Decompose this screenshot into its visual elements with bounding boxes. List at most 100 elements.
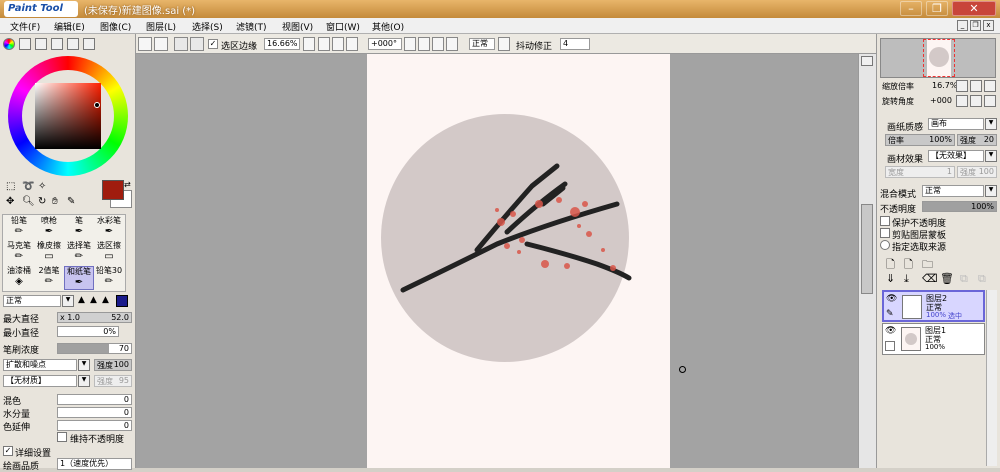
copy-layer-icon[interactable]: ⧉	[960, 272, 968, 286]
water-slider[interactable]: 0	[57, 407, 132, 418]
rgb-slider-tab-icon[interactable]	[19, 38, 31, 50]
keep-opacity-checkbox[interactable]	[57, 432, 67, 442]
canvas-area[interactable]	[136, 54, 858, 468]
tool-watercolor[interactable]: 水彩笔 ✒	[94, 216, 124, 240]
texture-strength-slider[interactable]: 强度 95	[94, 375, 132, 387]
paper-scale-slider[interactable]: 倍率 100%	[885, 134, 955, 146]
eye-icon[interactable]: 👁︎	[886, 294, 897, 304]
clear-layer-icon[interactable]: ⌫	[922, 272, 938, 285]
persist-slider[interactable]: 0	[57, 420, 132, 431]
menu-filter[interactable]: 滤镜(T)	[236, 20, 267, 33]
rotate-left-icon[interactable]	[418, 37, 430, 51]
quality-select[interactable]: 1（速度优先）	[57, 458, 132, 470]
brush-shape-select[interactable]: 扩散和噪点	[3, 359, 77, 371]
invert-select-icon[interactable]	[190, 37, 204, 51]
hsv-slider-tab-icon[interactable]	[35, 38, 47, 50]
swap-colors-icon[interactable]: ⇄	[124, 180, 131, 189]
hand-icon[interactable]: ✋︎	[52, 196, 64, 208]
effect-scale-slider[interactable]: 宽度 1	[885, 166, 955, 178]
close-button[interactable]: ✕	[952, 1, 996, 16]
move-icon[interactable]: ✥	[6, 196, 18, 208]
tool-marker[interactable]: 马克笔 ✏	[4, 241, 34, 265]
tool-pen[interactable]: 笔 ✒	[64, 216, 94, 240]
minimize-button[interactable]: –	[900, 1, 922, 16]
redo-icon[interactable]	[154, 37, 168, 51]
chevron-down-icon[interactable]: ▼	[62, 295, 74, 307]
tool-pencil30[interactable]: 铅笔30 ✏	[94, 266, 124, 290]
paper-texture-select[interactable]: 画布	[928, 118, 984, 130]
clipping-checkbox[interactable]	[880, 228, 890, 238]
chevron-down-icon[interactable]: ▼	[985, 185, 997, 197]
mdi-minimize-button[interactable]: _	[957, 20, 968, 31]
detail-settings-checkbox[interactable]: ✓	[3, 446, 13, 456]
tool-airbrush[interactable]: 喷枪 ✒	[34, 216, 64, 240]
soft-edge-icon[interactable]: ▲	[78, 295, 85, 305]
eye-icon[interactable]: 👁︎	[885, 326, 896, 336]
rotate-right-icon[interactable]	[432, 37, 444, 51]
maximize-button[interactable]: ❐	[926, 1, 948, 16]
max-size-multiplier[interactable]: x 1.0	[60, 313, 80, 322]
undo-icon[interactable]	[138, 37, 152, 51]
selection-source-radio[interactable]	[880, 240, 890, 250]
brush-lock-icon[interactable]: ✎	[886, 309, 894, 319]
layer-row[interactable]: 👁︎ 图层1 正常 100%	[882, 323, 985, 355]
menu-layer[interactable]: 图层(L)	[146, 20, 176, 33]
zoom-field[interactable]: 16.66%	[264, 38, 300, 50]
medium-edge-icon[interactable]: ▲	[90, 295, 97, 305]
tool-eraser[interactable]: 橡皮擦 ▭	[34, 241, 64, 265]
max-size-slider[interactable]: x 1.0 52.0	[57, 312, 132, 323]
menu-edit[interactable]: 编辑(E)	[54, 20, 85, 33]
zoom-icon[interactable]: 🔍︎	[22, 196, 35, 208]
nav-zoom-in-icon[interactable]	[970, 80, 982, 92]
zoom-dropdown-icon[interactable]	[303, 37, 315, 51]
delete-layer-icon[interactable]: 🗑	[940, 272, 954, 285]
min-size-slider[interactable]: 0%	[57, 326, 119, 337]
saturation-value-square[interactable]	[35, 83, 101, 149]
hue-ring[interactable]	[8, 56, 128, 176]
tool-select-pen[interactable]: 选择笔 ✏	[64, 241, 94, 265]
paper-effect-select[interactable]: 【无效果】	[928, 150, 984, 162]
color-wheel-tab-icon[interactable]	[3, 38, 15, 50]
lasso-icon[interactable]: ➰	[22, 181, 34, 193]
layer-list-scrollbar[interactable]	[986, 290, 997, 466]
layer-lock-box[interactable]	[885, 341, 895, 351]
color-picker-handle[interactable]	[94, 102, 100, 108]
rotate-icon[interactable]: ↻	[38, 196, 50, 208]
nav-rotate-reset-icon[interactable]	[984, 95, 996, 107]
tool-bucket[interactable]: 油漆桶 ◈	[4, 266, 34, 290]
layer-blend-select[interactable]: 正常	[922, 185, 984, 197]
zoom-in-icon[interactable]	[332, 37, 344, 51]
nav-rotate-right-icon[interactable]	[970, 95, 982, 107]
scratchpad-tab-icon[interactable]	[67, 38, 79, 50]
nav-zoom-reset-icon[interactable]	[984, 80, 996, 92]
brush-texture-select[interactable]: 【无材质】	[3, 375, 77, 387]
chevron-down-icon[interactable]: ▼	[78, 359, 90, 371]
rotate-reset-icon[interactable]	[446, 37, 458, 51]
brush-mode-select[interactable]: 正常	[3, 295, 61, 307]
select-edge-checkbox[interactable]: ✓	[208, 39, 218, 49]
chevron-down-icon[interactable]: ▼	[985, 118, 997, 130]
effect-strength-slider[interactable]: 强度 100	[957, 166, 997, 178]
shape-strength-slider[interactable]: 强度 100	[94, 359, 132, 371]
hard-edge-icon[interactable]: ▲	[102, 295, 109, 305]
chevron-down-icon[interactable]: ▼	[985, 150, 997, 162]
layer-row[interactable]: 👁︎ ✎ 图层2 正常 100% 选中	[882, 290, 985, 322]
rotation-dropdown-icon[interactable]	[404, 37, 416, 51]
magic-wand-icon[interactable]: ✧	[38, 181, 50, 193]
flip-icon[interactable]	[498, 37, 510, 51]
scroll-up-icon[interactable]	[861, 56, 873, 66]
deselect-icon[interactable]	[174, 37, 188, 51]
paste-layer-icon[interactable]: ⧉	[978, 272, 986, 286]
primary-color-swatch-front[interactable]	[102, 180, 124, 200]
mdi-restore-button[interactable]: ❐	[970, 20, 981, 31]
navigator-viewport[interactable]	[923, 39, 955, 77]
stabilizer-field[interactable]: 4	[560, 38, 590, 50]
navigator-preview[interactable]	[880, 38, 996, 78]
menu-window[interactable]: 窗口(W)	[326, 20, 360, 33]
zoom-out-icon[interactable]	[318, 37, 330, 51]
mixer-tab-icon[interactable]	[83, 38, 95, 50]
nav-rotate-left-icon[interactable]	[956, 95, 968, 107]
chevron-down-icon[interactable]: ▼	[78, 375, 90, 387]
menu-image[interactable]: 图像(C)	[100, 20, 131, 33]
canvas-document[interactable]	[367, 54, 670, 468]
